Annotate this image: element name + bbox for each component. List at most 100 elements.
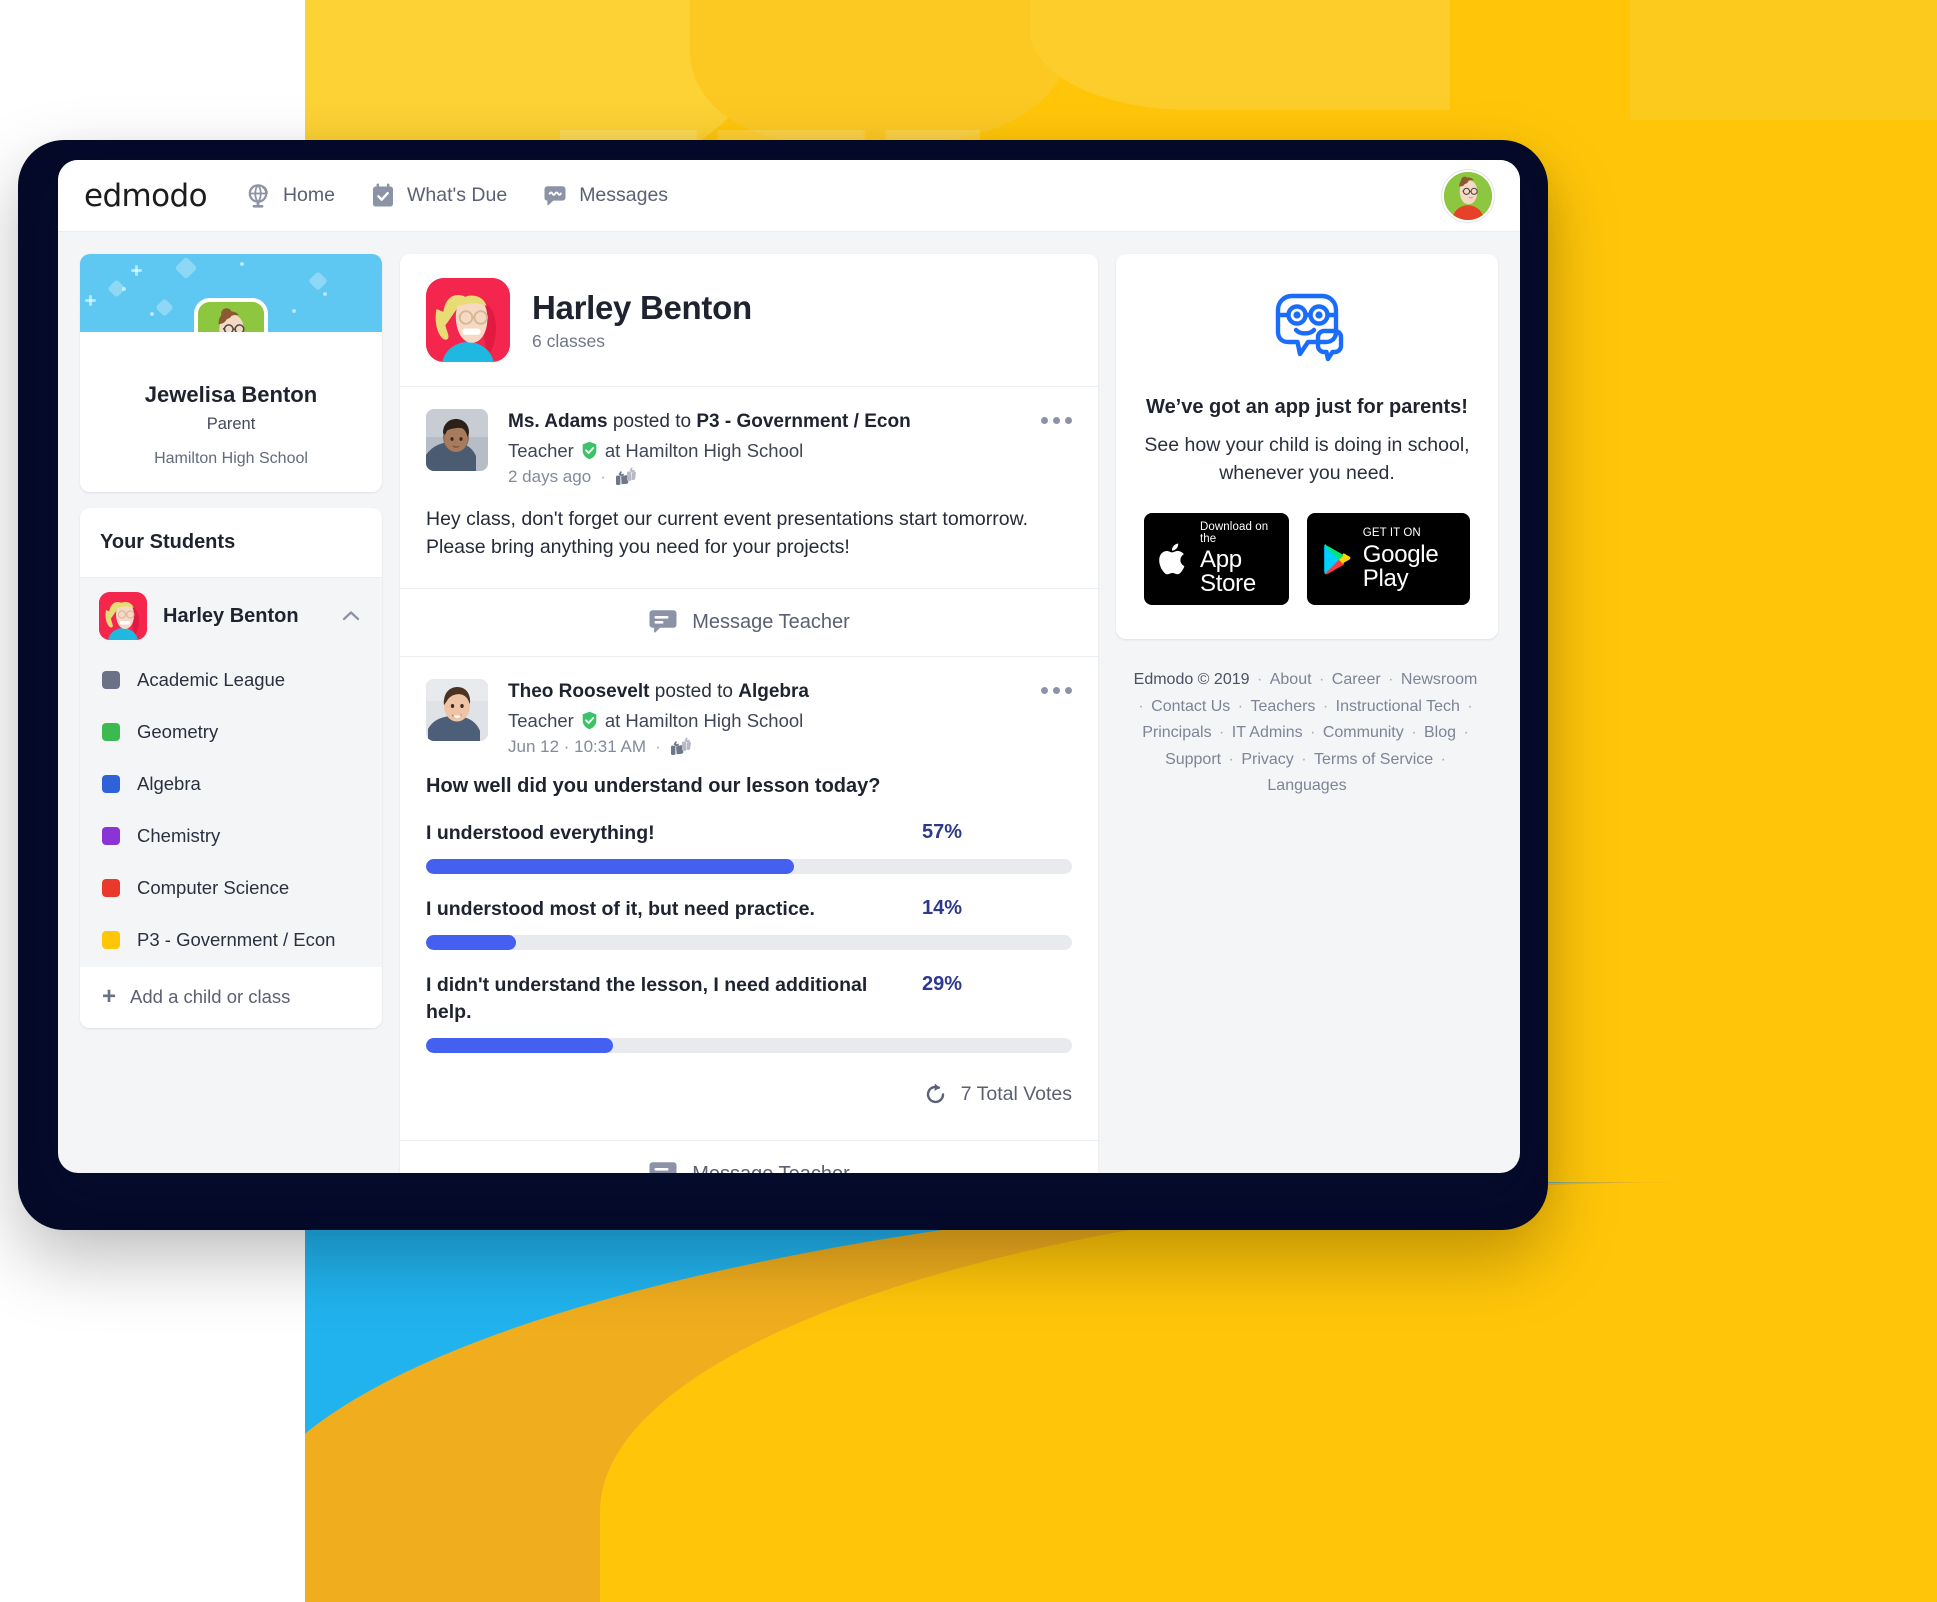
class-label: Computer Science <box>137 877 290 898</box>
footer-link[interactable]: Privacy <box>1241 751 1293 768</box>
footer-link[interactable]: Newsroom <box>1401 671 1477 688</box>
chevron-up-icon[interactable] <box>340 605 362 627</box>
student-name: Harley Benton <box>163 604 299 627</box>
message-teacher-button[interactable]: Message Teacher <box>400 587 1098 656</box>
app-store-text: Download on the App Store <box>1200 522 1273 596</box>
feed-subtitle: 6 classes <box>532 330 605 351</box>
class-color-swatch <box>102 931 120 949</box>
class-label: Algebra <box>137 773 201 794</box>
class-label: P3 - Government / Econ <box>137 929 336 950</box>
footer-link[interactable]: About <box>1270 671 1312 688</box>
footer-separator: · <box>1224 750 1239 768</box>
post-meta: Ms. Adams posted to P3 - Government / Ec… <box>508 409 1021 487</box>
footer-link[interactable]: Community <box>1323 724 1404 741</box>
nav-item-home[interactable]: Home <box>245 182 335 210</box>
post-timestamp: 2 days ago <box>508 466 592 486</box>
poll-option[interactable]: I understood everything! 57% <box>426 820 1072 874</box>
post-class-name[interactable]: P3 - Government / Econ <box>696 411 910 432</box>
poll-option[interactable]: I understood most of it, but need practi… <box>426 896 1072 951</box>
footer-link[interactable]: Support <box>1165 751 1221 768</box>
background-shape-c <box>1030 0 1450 110</box>
post-author-avatar <box>426 678 488 741</box>
footer-link[interactable]: Teachers <box>1251 698 1316 715</box>
edmodo-logo[interactable]: edmodo <box>84 178 208 214</box>
footer-separator: · <box>1462 697 1473 715</box>
class-color-swatch <box>102 827 120 845</box>
sidebar-class-item[interactable]: Chemistry <box>80 810 382 862</box>
message-bubble-icon <box>541 182 569 210</box>
post-header: Theo Roosevelt posted to Algebra Teacher… <box>400 657 1098 771</box>
post-item: Theo Roosevelt posted to Algebra Teacher… <box>400 657 1098 1173</box>
left-sidebar: Jewelisa Benton Parent Hamilton High Sch… <box>80 254 382 1173</box>
post-body: Hey class, don't forget our current even… <box>426 507 1029 559</box>
add-child-or-class-button[interactable]: + Add a child or class <box>80 966 382 1028</box>
footer-separator: · <box>1296 750 1311 768</box>
google-play-text: GET IT ON Google Play <box>1363 528 1454 591</box>
edmodo-face-icon <box>1264 290 1350 370</box>
sidebar-class-item[interactable]: Computer Science <box>80 862 382 914</box>
post-author-line: Ms. Adams posted to P3 - Government / Ec… <box>508 409 1021 435</box>
post-school: at Hamilton High School <box>604 709 804 731</box>
post-author-name[interactable]: Theo Roosevelt <box>508 681 649 702</box>
post-more-options-button[interactable] <box>1041 409 1072 487</box>
profile-info: Jewelisa Benton Parent Hamilton High Sch… <box>80 332 382 492</box>
footer-separator: · <box>1459 724 1469 742</box>
globe-icon <box>245 182 273 210</box>
footer-link[interactable]: IT Admins <box>1232 724 1303 741</box>
poll-option-label: I understood everything! <box>426 821 655 844</box>
poll-option-percent: 29% <box>922 973 963 996</box>
post-class-name[interactable]: Algebra <box>738 681 809 702</box>
footer-link[interactable]: Career <box>1332 671 1381 688</box>
audience-icon <box>670 737 691 756</box>
app-store-button[interactable]: Download on the App Store <box>1144 513 1289 606</box>
class-label: Geometry <box>137 721 219 742</box>
post-item: Ms. Adams posted to P3 - Government / Ec… <box>400 387 1098 657</box>
poll-question: How well did you understand our lesson t… <box>426 774 881 797</box>
profile-school: Hamilton High School <box>154 450 308 467</box>
google-play-big-label: Google Play <box>1362 540 1439 592</box>
google-play-button[interactable]: GET IT ON Google Play <box>1306 513 1470 606</box>
class-color-swatch <box>102 671 120 689</box>
nav-item-whats-due-label: What's Due <box>407 184 508 206</box>
poll-option-label: I didn't understand the lesson, I need a… <box>426 974 868 1023</box>
right-sidebar: We’ve got an app just for parents! See h… <box>1116 254 1498 1173</box>
avatar <box>194 298 268 332</box>
profile-card: Jewelisa Benton Parent Hamilton High Sch… <box>80 254 382 492</box>
post-more-options-button[interactable] <box>1041 679 1072 757</box>
class-color-swatch <box>102 775 120 793</box>
poll-option-bar-track <box>426 1037 1072 1053</box>
app-store-small-label: Download on the <box>1200 521 1269 545</box>
footer-link[interactable]: Terms of Service <box>1314 751 1433 768</box>
poll-option-bar-fill <box>426 935 517 951</box>
sidebar-student-harley-benton[interactable]: Harley Benton <box>80 578 382 654</box>
poll-option[interactable]: I didn't understand the lesson, I need a… <box>426 972 1072 1053</box>
audience-icon <box>615 467 636 486</box>
calendar-check-icon <box>369 182 397 210</box>
footer-link[interactable]: Contact Us <box>1151 698 1230 715</box>
verified-badge-icon <box>580 711 599 730</box>
refresh-icon <box>922 1081 949 1108</box>
footer: Edmodo © 2019 · About · Career · Newsroo… <box>1116 661 1498 805</box>
nav-item-messages[interactable]: Messages <box>541 182 668 210</box>
store-buttons: Download on the App Store GET IT ON Goog… <box>1144 513 1470 606</box>
footer-link[interactable]: Blog <box>1424 724 1456 741</box>
feed-card: Harley Benton 6 classes Ms. Adams posted… <box>400 254 1098 1173</box>
footer-link[interactable]: Principals <box>1142 724 1211 741</box>
sidebar-class-item[interactable]: Geometry <box>80 706 382 758</box>
sidebar-class-item[interactable]: Algebra <box>80 758 382 810</box>
post-author-name[interactable]: Ms. Adams <box>508 411 608 432</box>
class-list: Academic League Geometry Algebra Chemistry C… <box>80 654 382 966</box>
footer-separator: · <box>1314 671 1329 689</box>
sidebar-class-item[interactable]: Academic League <box>80 654 382 706</box>
message-bubble-icon <box>648 609 678 636</box>
post-author-line: Theo Roosevelt posted to Algebra <box>508 679 1021 705</box>
post-author-role: Teacher <box>508 439 574 461</box>
footer-link[interactable]: Instructional Tech <box>1336 698 1460 715</box>
footer-link[interactable]: Languages <box>1267 777 1346 794</box>
sidebar-class-item[interactable]: P3 - Government / Econ <box>80 914 382 966</box>
poll-option-bar-fill <box>426 858 795 874</box>
app-store-big-label: App Store <box>1200 546 1256 598</box>
nav-item-whats-due[interactable]: What's Due <box>369 182 507 210</box>
user-avatar[interactable] <box>1442 169 1494 222</box>
message-teacher-button[interactable]: Message Teacher <box>400 1139 1098 1173</box>
